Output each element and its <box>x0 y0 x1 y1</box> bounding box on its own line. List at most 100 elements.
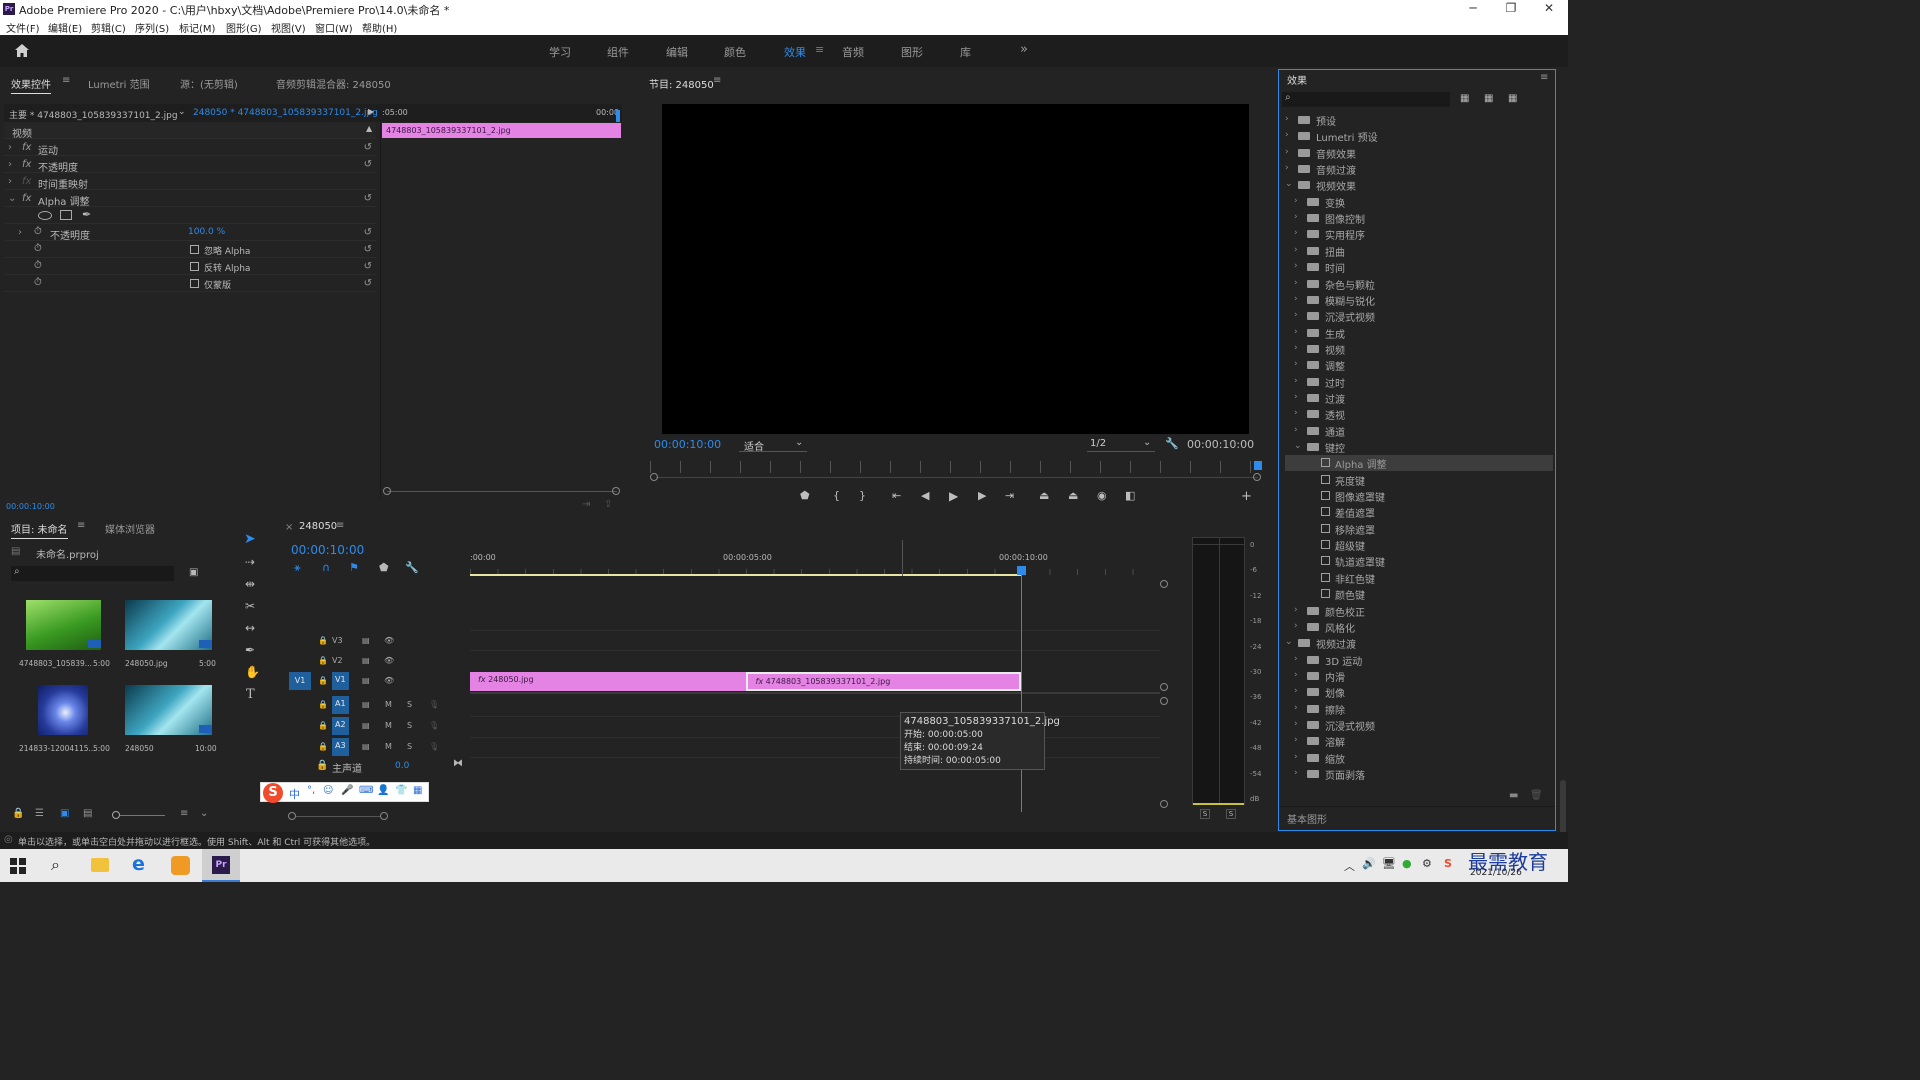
expand-chevron-icon[interactable]: › <box>1294 245 1298 255</box>
expand-chevron-icon[interactable]: › <box>1294 408 1298 418</box>
restore-icon[interactable]: ❐ <box>1492 0 1530 18</box>
expand-chevron-icon[interactable]: › <box>18 227 22 238</box>
effect-folder-item[interactable]: › 擦除 <box>1285 701 1553 717</box>
ec-row-opacity[interactable]: › fx 不透明度 ↺ <box>4 156 376 174</box>
lock-icon[interactable]: 🔒 <box>318 700 328 709</box>
expand-chevron-icon[interactable]: › <box>1294 376 1298 386</box>
expand-chevron-icon[interactable]: › <box>1294 654 1298 664</box>
tab-lumetri-scopes[interactable]: Lumetri 范围 <box>88 76 150 91</box>
track-name[interactable]: A2 <box>332 717 349 735</box>
effect-folder-item[interactable]: › 风格化 <box>1285 619 1553 635</box>
chevron-down-icon[interactable]: ⌄ <box>200 808 208 819</box>
ec-row-alpha-opacity[interactable]: › ⏱ 不透明度 100.0 % ↺ <box>4 224 376 242</box>
scroll-handle-right[interactable] <box>1253 473 1261 481</box>
expand-chevron-icon[interactable]: › <box>1285 130 1289 140</box>
program-ruler[interactable] <box>650 461 1262 473</box>
track-header-v3[interactable]: 🔒 V3 ▤ 👁 <box>276 632 468 652</box>
ec-row-time-remap[interactable]: › fx 时间重映射 <box>4 173 376 191</box>
timeline-playhead[interactable] <box>1017 566 1026 812</box>
tab-audio-clip-mixer[interactable]: 音频剪辑混合器: 248050 <box>276 76 391 91</box>
program-monitor-title[interactable]: 节目: 248050 <box>649 76 714 91</box>
expand-chevron-icon[interactable]: › <box>1285 163 1289 173</box>
sync-lock-icon[interactable]: ▤ <box>362 636 370 645</box>
effect-folder-item[interactable]: › 实用程序 <box>1285 226 1553 242</box>
vscroll-handle[interactable] <box>1160 800 1168 808</box>
type-tool-icon[interactable]: T <box>246 687 255 702</box>
reset-icon[interactable]: ↺ <box>364 159 372 170</box>
filter-icon[interactable]: ⇥ <box>582 499 590 510</box>
effect-folder-item[interactable]: › 内滑 <box>1285 668 1553 684</box>
eye-icon[interactable]: 👁 <box>384 636 394 645</box>
menu-file[interactable]: 文件(F) <box>6 20 40 35</box>
lock-icon[interactable]: 🔒 <box>12 808 24 819</box>
expand-chevron-icon[interactable]: › <box>1294 719 1298 729</box>
32bit-effects-icon[interactable]: ▦ <box>1484 93 1493 104</box>
resolution-dropdown[interactable]: 1/2 ⌄ <box>1087 437 1155 452</box>
mask-only-checkbox[interactable] <box>190 279 199 288</box>
lock-icon[interactable]: 🔒 <box>316 760 328 771</box>
collapse-chevron-icon[interactable]: ⌄ <box>8 193 16 204</box>
list-view-icon[interactable]: ☰ <box>35 808 44 819</box>
effect-folder-item[interactable]: › 视频 <box>1285 341 1553 357</box>
eye-icon[interactable]: 👁 <box>384 676 394 685</box>
effect-preset-item[interactable]: 颜色键 <box>1285 586 1553 602</box>
timeline-hscroll[interactable] <box>296 816 381 817</box>
effect-folder-item[interactable]: › 调整 <box>1285 357 1553 373</box>
effect-folder-item[interactable]: › 3D 运动 <box>1285 652 1553 668</box>
ignore-alpha-checkbox[interactable] <box>190 245 199 254</box>
ec-row-ignore-alpha[interactable]: ⏱ 忽略 Alpha ↺ <box>4 241 376 258</box>
go-to-in-icon[interactable]: ⇤ <box>892 489 901 502</box>
project-menu-icon[interactable]: ≡ <box>77 520 85 531</box>
sync-lock-icon[interactable]: ▤ <box>362 656 370 665</box>
effects-search-input[interactable]: ⌕ <box>1282 92 1450 107</box>
collapse-chevron-icon[interactable]: ⌄ <box>1294 441 1302 451</box>
tray-chevron-icon[interactable]: ︿ <box>1344 858 1355 874</box>
menu-window[interactable]: 窗口(W) <box>315 20 353 35</box>
effect-folder-item[interactable]: › 时间 <box>1285 259 1553 275</box>
export-icon[interactable]: ⇪ <box>604 499 612 510</box>
new-bin-icon[interactable]: ▬ <box>1509 790 1518 801</box>
linked-selection-icon[interactable]: ⚑ <box>349 561 359 574</box>
effect-folder-item[interactable]: › 音频效果 <box>1285 145 1553 161</box>
mark-out-icon[interactable]: } <box>859 489 866 502</box>
solo-button[interactable]: S <box>407 700 412 709</box>
effect-folder-item[interactable]: › 页面剥落 <box>1285 766 1553 782</box>
sync-lock-icon[interactable]: ▤ <box>362 700 370 709</box>
export-frame-icon[interactable]: ◉ <box>1097 489 1107 502</box>
voiceover-icon[interactable]: 🎙 <box>429 742 439 751</box>
yuv-effects-icon[interactable]: ▦ <box>1508 93 1517 104</box>
workspace-effects[interactable]: 效果 <box>784 44 806 60</box>
effect-folder-item[interactable]: › 杂色与颗粒 <box>1285 276 1553 292</box>
expand-chevron-icon[interactable]: › <box>1294 392 1298 402</box>
expand-chevron-icon[interactable]: › <box>1294 294 1298 304</box>
stopwatch-icon[interactable]: ⏱ <box>34 277 42 288</box>
reset-icon[interactable]: ↺ <box>364 193 372 204</box>
reset-icon[interactable]: ↺ <box>364 227 372 238</box>
menu-marker[interactable]: 标记(M) <box>179 20 215 35</box>
track-name[interactable]: V2 <box>332 656 343 665</box>
fx-badge-icon[interactable]: fx <box>22 159 31 170</box>
expand-chevron-icon[interactable]: › <box>1294 735 1298 745</box>
chevron-down-icon[interactable]: ⌄ <box>178 107 186 117</box>
lock-icon[interactable]: 🔒 <box>318 636 328 645</box>
button-editor-icon[interactable]: + <box>1241 489 1252 504</box>
play-triangle-icon[interactable]: ▶ <box>368 107 374 116</box>
reset-icon[interactable]: ↺ <box>364 244 372 255</box>
track-name[interactable]: V1 <box>332 672 349 690</box>
timeline-clip[interactable]: fx 4748803_105839337101_2.jpg <box>745 672 1021 691</box>
effect-folder-item[interactable]: › 缩放 <box>1285 750 1553 766</box>
master-expand-icon[interactable]: ⧓ <box>453 758 463 769</box>
project-item[interactable]: 214833-12004115... 5:00 <box>11 677 113 759</box>
app-icon[interactable] <box>171 856 190 875</box>
wrench-icon[interactable]: 🔧 <box>1165 437 1179 450</box>
step-back-icon[interactable]: ◀ <box>921 489 929 502</box>
fit-dropdown[interactable]: 适合 ⌄ <box>739 437 807 453</box>
track-header-a1[interactable]: 🔒 A1 ▤ M S 🎙 <box>276 696 468 716</box>
punctuation-icon[interactable]: °, <box>307 785 315 796</box>
sogou-icon[interactable]: S <box>263 783 283 803</box>
ime-mode[interactable]: 中 <box>289 786 300 802</box>
ec-row-alpha-adjust[interactable]: ⌄ fx Alpha 调整 ↺ <box>4 190 376 208</box>
project-item[interactable]: 248050 10:00 <box>117 677 219 759</box>
menu-clip[interactable]: 剪辑(C) <box>91 20 126 35</box>
scroll-handle-left[interactable] <box>383 487 391 495</box>
